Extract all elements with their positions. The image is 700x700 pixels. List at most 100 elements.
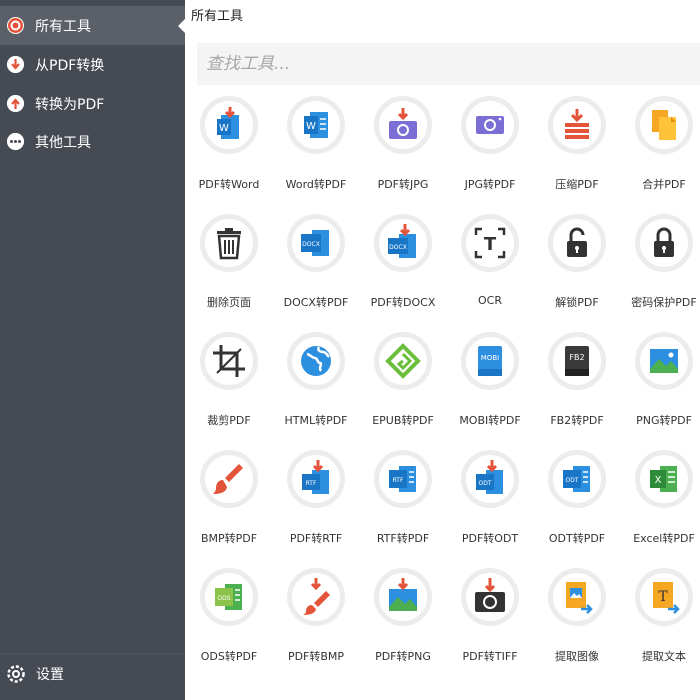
tool-label: PDF转DOCX: [370, 296, 436, 309]
tool-label: BMP转PDF: [200, 532, 258, 545]
svg-text:ODT: ODT: [565, 477, 578, 484]
tool-html-to-pdf[interactable]: HTML转PDF: [273, 332, 359, 442]
png-icon: [635, 332, 693, 390]
tool-label: PDF转BMP: [287, 650, 345, 663]
tool-extract-text[interactable]: T 提取文本: [621, 568, 700, 678]
svg-text:W: W: [306, 121, 316, 132]
compress-icon: [548, 96, 606, 154]
pdf-to-rtf-icon: RTF: [287, 450, 345, 508]
svg-text:T: T: [658, 589, 668, 605]
odt-to-pdf-icon: ODT: [548, 450, 606, 508]
tool-label: 压缩PDF: [555, 178, 599, 191]
arrow-up-icon: [7, 95, 24, 112]
docx-to-pdf-icon: DOCX: [287, 214, 345, 272]
tool-label: 密码保护PDF: [631, 296, 697, 309]
tool-merge-pdf[interactable]: 合并PDF: [621, 96, 700, 206]
tool-delete-pages[interactable]: 删除页面: [186, 214, 272, 324]
sidebar-item-label: 所有工具: [35, 18, 91, 35]
tool-docx-to-pdf[interactable]: DOCX DOCX转PDF: [273, 214, 359, 324]
rtf-to-pdf-icon: RTF: [374, 450, 432, 508]
active-indicator: [178, 18, 186, 34]
tool-label: PDF转RTF: [289, 532, 343, 545]
tool-label: 提取图像: [555, 650, 599, 663]
tool-label: MOBI转PDF: [459, 414, 521, 427]
tool-label: EPUB转PDF: [372, 414, 434, 427]
crop-icon: [200, 332, 258, 390]
excel-icon: X: [635, 450, 693, 508]
fb2-icon: FB2: [548, 332, 606, 390]
target-icon: [7, 17, 24, 34]
tool-label: ODT转PDF: [548, 532, 606, 545]
tool-extract-images[interactable]: 提取图像: [534, 568, 620, 678]
tool-label: PDF转PNG: [375, 650, 431, 663]
page-title: 所有工具: [191, 9, 244, 24]
svg-text:MOBI: MOBI: [481, 354, 499, 362]
tool-unlock-pdf[interactable]: 解锁PDF: [534, 214, 620, 324]
pdf-to-jpg-icon: [374, 96, 432, 154]
tool-label: JPG转PDF: [464, 178, 516, 191]
ocr-icon: T: [461, 214, 519, 272]
tool-pdf-to-png[interactable]: PDF转PNG: [360, 568, 446, 678]
tool-pdf-to-bmp[interactable]: PDF转BMP: [273, 568, 359, 678]
tool-label: Word转PDF: [285, 178, 347, 191]
sidebar-item-all-tools[interactable]: 所有工具: [0, 6, 186, 45]
tool-word-to-pdf[interactable]: W Word转PDF: [273, 96, 359, 206]
tool-label: PNG转PDF: [636, 414, 692, 427]
tool-png-to-pdf[interactable]: PNG转PDF: [621, 332, 700, 442]
tool-pdf-to-rtf[interactable]: RTF PDF转RTF: [273, 450, 359, 560]
tool-pdf-to-word[interactable]: W PDF转Word: [186, 96, 272, 206]
sidebar-item-label: 从PDF转换: [35, 57, 105, 74]
search-input[interactable]: [197, 43, 700, 85]
tool-jpg-to-pdf[interactable]: JPG转PDF: [447, 96, 533, 206]
tool-label: HTML转PDF: [284, 414, 348, 427]
tool-compress-pdf[interactable]: 压缩PDF: [534, 96, 620, 206]
svg-text:RTF: RTF: [306, 480, 317, 487]
lock-icon: [635, 214, 693, 272]
tool-ods-to-pdf[interactable]: ODS ODS转PDF: [186, 568, 272, 678]
sidebar-item-label: 其他工具: [35, 134, 91, 151]
pdf-to-png-icon: [374, 568, 432, 626]
tool-pdf-to-docx[interactable]: DOCX PDF转DOCX: [360, 214, 446, 324]
svg-text:T: T: [484, 234, 497, 255]
tool-label: PDF转Word: [198, 178, 260, 191]
sidebar-item-label: 转换为PDF: [35, 96, 105, 113]
tool-label: DOCX转PDF: [283, 296, 349, 309]
tool-odt-to-pdf[interactable]: ODT ODT转PDF: [534, 450, 620, 560]
pdf-to-odt-icon: ODT: [461, 450, 519, 508]
merge-icon: [635, 96, 693, 154]
tool-label: 解锁PDF: [555, 296, 599, 309]
svg-text:DOCX: DOCX: [389, 244, 407, 251]
tool-crop-pdf[interactable]: 裁剪PDF: [186, 332, 272, 442]
tool-bmp-to-pdf[interactable]: BMP转PDF: [186, 450, 272, 560]
tool-password-protect[interactable]: 密码保护PDF: [621, 214, 700, 324]
tool-pdf-to-tiff[interactable]: PDF转TIFF: [447, 568, 533, 678]
tool-mobi-to-pdf[interactable]: MOBI MOBI转PDF: [447, 332, 533, 442]
tool-ocr[interactable]: T OCR: [447, 214, 533, 324]
tool-excel-to-pdf[interactable]: X Excel转PDF: [621, 450, 700, 560]
word-to-pdf-icon: W: [287, 96, 345, 154]
tool-label: 删除页面: [207, 296, 251, 309]
svg-text:W: W: [219, 123, 229, 134]
sidebar: 所有工具 从PDF转换 转换为PDF 其他工具 设置: [0, 0, 186, 700]
trash-icon: [200, 214, 258, 272]
ods-icon: ODS: [200, 568, 258, 626]
settings-button[interactable]: 设置: [0, 653, 185, 694]
tool-rtf-to-pdf[interactable]: RTF RTF转PDF: [360, 450, 446, 560]
sidebar-item-other-tools[interactable]: 其他工具: [0, 122, 185, 161]
tool-epub-to-pdf[interactable]: EPUB转PDF: [360, 332, 446, 442]
sidebar-item-from-pdf[interactable]: 从PDF转换: [0, 45, 185, 84]
tool-label: ODS转PDF: [200, 650, 258, 663]
svg-text:ODS: ODS: [217, 595, 230, 602]
tool-pdf-to-jpg[interactable]: PDF转JPG: [360, 96, 446, 206]
tool-label: OCR: [478, 294, 502, 307]
extract-image-icon: [548, 568, 606, 626]
sidebar-item-to-pdf[interactable]: 转换为PDF: [0, 84, 185, 123]
extract-text-icon: T: [635, 568, 693, 626]
tool-fb2-to-pdf[interactable]: FB2 FB2转PDF: [534, 332, 620, 442]
epub-icon: [374, 332, 432, 390]
tool-label: PDF转JPG: [377, 178, 429, 191]
svg-text:X: X: [655, 475, 662, 486]
brush-icon: [200, 450, 258, 508]
tool-label: RTF转PDF: [376, 532, 430, 545]
tool-pdf-to-odt[interactable]: ODT PDF转ODT: [447, 450, 533, 560]
